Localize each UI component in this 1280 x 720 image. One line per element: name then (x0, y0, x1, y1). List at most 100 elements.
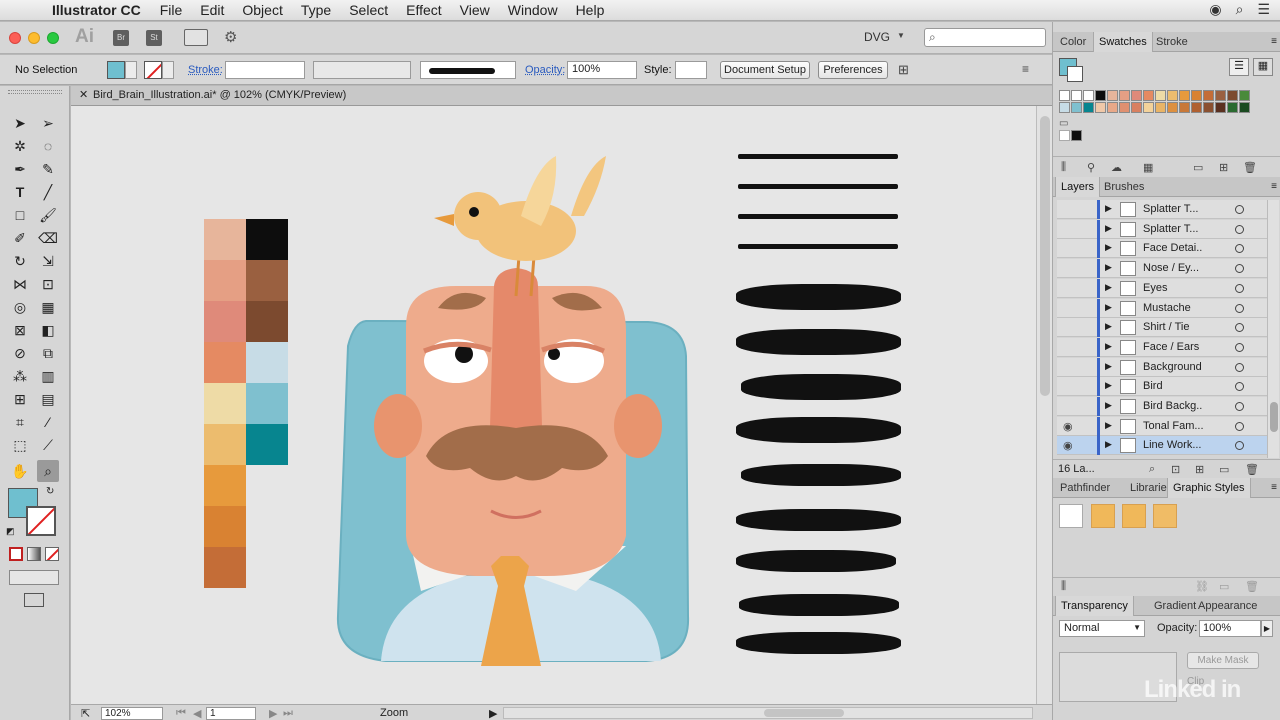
swatch[interactable] (1227, 90, 1238, 101)
gpu-performance-icon[interactable]: ⚙ (224, 28, 237, 46)
stroke-swatch[interactable] (144, 61, 162, 79)
swatch[interactable] (1083, 90, 1094, 101)
curvature-tool-icon[interactable]: ✎ (37, 158, 59, 180)
gradient-mode-icon[interactable] (27, 547, 41, 561)
hand-tool-icon[interactable]: ✋ (9, 460, 31, 482)
layer-name[interactable]: Nose / Ey... (1143, 262, 1203, 274)
layer-name[interactable]: Tonal Fam... (1143, 420, 1203, 432)
swatch[interactable] (1119, 102, 1130, 113)
palette-swatch[interactable] (246, 424, 288, 465)
swatch[interactable] (1167, 102, 1178, 113)
gradient-tool-icon[interactable]: ◧ (37, 319, 59, 341)
layer-row[interactable]: ◉ ▶ Tonal Fam... (1057, 416, 1267, 436)
swatch[interactable] (1239, 90, 1250, 101)
swatch[interactable] (1071, 130, 1082, 141)
blob-brush-tool-icon[interactable]: ✐ (9, 227, 31, 249)
expand-layer-icon[interactable]: ▶ (1105, 203, 1112, 214)
palette-swatch[interactable] (246, 383, 288, 424)
layer-row[interactable]: ▶ Bird (1057, 377, 1267, 397)
drawing-modes-icon[interactable] (9, 570, 59, 585)
type-tool-icon[interactable]: T (9, 181, 31, 203)
new-layer-icon[interactable]: ▭ (1219, 463, 1229, 476)
creative-cloud-icon[interactable]: ◉ (1209, 1, 1221, 18)
layer-row[interactable]: ▶ Face Detai... (1057, 239, 1267, 259)
visibility-toggle[interactable] (1063, 341, 1077, 353)
blend-tool-icon[interactable]: ⧉ (37, 342, 59, 364)
tab-layers[interactable]: Layers (1055, 177, 1101, 197)
workspace-switcher[interactable]: DVG (864, 30, 890, 44)
swatch[interactable] (1095, 90, 1106, 101)
arrange-documents-icon[interactable] (184, 29, 208, 46)
expand-layer-icon[interactable]: ▶ (1105, 380, 1112, 391)
width-tool-icon[interactable]: ⋈ (9, 273, 31, 295)
delete-layer-icon[interactable]: 🗑 (1245, 463, 1259, 476)
column-graph-tool-icon[interactable]: ▥ (37, 365, 59, 387)
artboard-canvas[interactable] (71, 106, 1036, 704)
eyedropper-alt-tool-icon[interactable]: ⁄ (37, 411, 59, 433)
swatch[interactable] (1107, 90, 1118, 101)
expand-layer-icon[interactable]: ▶ (1105, 321, 1112, 332)
layer-target-icon[interactable] (1235, 264, 1244, 274)
swatch-folder-icon[interactable]: ▭ (1059, 118, 1068, 129)
layer-name[interactable]: Face / Ears (1143, 341, 1203, 353)
notification-list-icon[interactable]: ☰ (1257, 1, 1270, 18)
expand-layer-icon[interactable]: ▶ (1105, 439, 1112, 450)
swatch[interactable] (1191, 102, 1202, 113)
bird-brain-illustration[interactable] (326, 146, 706, 671)
expand-layer-icon[interactable]: ▶ (1105, 223, 1112, 234)
tab-transparency[interactable]: Transparency (1055, 596, 1134, 616)
layer-name[interactable]: Bird (1143, 380, 1203, 392)
expand-layer-icon[interactable]: ▶ (1105, 400, 1112, 411)
menu-edit[interactable]: Edit (191, 2, 233, 18)
brush-stroke-thick[interactable] (736, 284, 901, 310)
panel-menu-icon[interactable]: ≡ (1271, 482, 1277, 493)
panel-menu-icon[interactable]: ≡ (1271, 36, 1277, 47)
shape-builder-tool-icon[interactable]: ◎ (9, 296, 31, 318)
expand-layer-icon[interactable]: ▶ (1105, 282, 1112, 293)
brush-stroke-thick[interactable] (736, 550, 896, 572)
zoom-tool-icon[interactable]: ⌕ (37, 460, 59, 482)
visibility-eye-icon[interactable]: ◉ (1063, 439, 1077, 452)
layers-scrollbar[interactable] (1267, 200, 1279, 458)
next-artboard-icon[interactable]: ▶ (269, 707, 277, 720)
expand-layer-icon[interactable]: ▶ (1105, 341, 1112, 352)
expand-layer-icon[interactable]: ▶ (1105, 262, 1112, 273)
previous-artboard-icon[interactable]: ◀ (193, 707, 201, 720)
swatch[interactable] (1155, 90, 1166, 101)
scroll-thumb[interactable] (1040, 116, 1050, 396)
vertical-scrollbar[interactable] (1036, 106, 1052, 704)
layer-name[interactable]: Background (1143, 361, 1203, 373)
crop-tool-icon[interactable]: ⌗ (9, 411, 31, 433)
none-mode-icon[interactable] (45, 547, 59, 561)
visibility-toggle[interactable] (1063, 223, 1077, 235)
swatch[interactable] (1071, 102, 1082, 113)
swatch-folder-icon[interactable] (1059, 130, 1070, 141)
grid-view-icon[interactable]: ▦ (1253, 58, 1273, 76)
brush-stroke-thick[interactable] (736, 509, 901, 531)
brush-stroke-thin[interactable] (738, 154, 898, 159)
menu-view[interactable]: View (451, 2, 499, 18)
fill-dropdown[interactable] (125, 61, 137, 79)
tab-swatches[interactable]: Swatches (1093, 32, 1153, 52)
palette-swatch[interactable] (246, 301, 288, 342)
tab-stroke[interactable]: Stroke (1151, 32, 1193, 52)
swatch[interactable] (1203, 102, 1214, 113)
tab-graphic-styles[interactable]: Graphic Styles (1167, 478, 1251, 498)
new-color-group-icon[interactable]: ▭ (1193, 161, 1203, 174)
swatch-stroke-indicator[interactable] (1067, 66, 1083, 82)
palette-swatch[interactable] (204, 383, 246, 424)
horizontal-scrollbar[interactable] (503, 707, 1033, 719)
measure-tool-icon[interactable]: ⟋ (37, 434, 59, 456)
zoom-window-button[interactable] (47, 32, 59, 44)
default-fill-stroke-icon[interactable]: ◩ (6, 526, 15, 537)
brush-stroke-thick[interactable] (736, 417, 901, 443)
style-libraries-icon[interactable]: ⫼ (1061, 580, 1066, 593)
spotlight-search-icon[interactable]: ⌕ (1236, 1, 1244, 18)
layer-name[interactable]: Splatter T... (1143, 203, 1203, 215)
layer-row[interactable]: ▶ Background (1057, 357, 1267, 377)
selection-tool-icon[interactable]: ➤ (9, 112, 31, 134)
visibility-toggle[interactable] (1063, 203, 1077, 215)
graphic-style-swatch[interactable] (1091, 504, 1115, 528)
palette-swatch[interactable] (204, 301, 246, 342)
pen-tool-icon[interactable]: ✒ (9, 158, 31, 180)
